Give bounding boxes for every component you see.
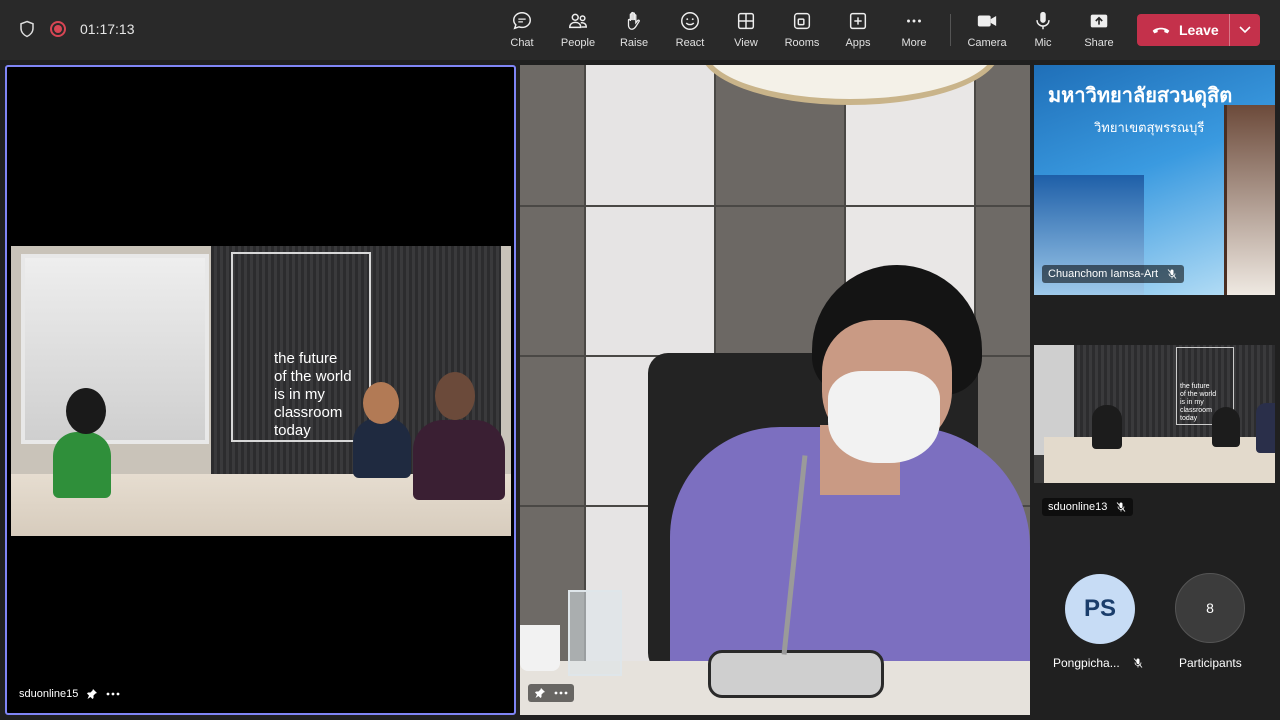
- react-icon: [681, 12, 699, 30]
- conference-table: [1044, 437, 1275, 483]
- view-button[interactable]: View: [718, 8, 774, 54]
- view-label: View: [734, 37, 758, 49]
- people-button[interactable]: People: [550, 8, 606, 54]
- participants-overflow-button[interactable]: 8: [1175, 573, 1245, 643]
- meeting-toolbar: 01:17:13 Chat People Raise React View Ro…: [0, 0, 1280, 60]
- more-icon: [907, 19, 921, 23]
- meeting-status: 01:17:13: [18, 20, 135, 38]
- avatar-name-tag: Pongpicha...: [1053, 656, 1144, 670]
- pin-icon[interactable]: [534, 687, 546, 699]
- camera-label: Camera: [967, 37, 1007, 49]
- rooms-label: Rooms: [784, 37, 820, 49]
- rooms-button[interactable]: Rooms: [774, 8, 830, 54]
- raise-hand-icon: [627, 11, 640, 30]
- video-tile-speaker[interactable]: [520, 65, 1030, 715]
- mic-label: Mic: [1034, 37, 1052, 49]
- participant-name-tag: sduonline13: [1042, 498, 1134, 516]
- desk-microphone: [708, 650, 884, 698]
- more-button[interactable]: More: [886, 8, 942, 54]
- leave-label: Leave: [1179, 22, 1219, 38]
- wall-slogan: the future of the world is in my classro…: [1180, 383, 1217, 422]
- shield-icon: [20, 20, 34, 38]
- leave-button[interactable]: Leave: [1137, 14, 1229, 46]
- apps-icon: [849, 12, 867, 30]
- apps-label: Apps: [845, 37, 871, 49]
- person-green-head: [66, 388, 106, 434]
- leave-button-group: Leave: [1137, 14, 1260, 46]
- people-label: People: [560, 37, 596, 49]
- chat-icon: [513, 12, 531, 30]
- banner-subtitle: วิทยาเขตสุพรรณบุรี: [1094, 120, 1205, 135]
- coffee-cup: [520, 625, 560, 671]
- person-3: [1256, 403, 1275, 453]
- pin-icon: [87, 689, 98, 699]
- mic-button[interactable]: Mic: [1015, 8, 1071, 54]
- rooms-icon: [793, 12, 811, 30]
- mic-icon: [1036, 11, 1050, 30]
- participant-name-tag: Chuanchom Iamsa-Art: [1042, 265, 1185, 283]
- share-button[interactable]: Share: [1071, 8, 1127, 54]
- raise-label: Raise: [619, 37, 649, 49]
- speaker-tile-controls: [528, 684, 574, 702]
- chat-label: Chat: [510, 37, 534, 49]
- mic-muted-icon: [1117, 502, 1126, 512]
- person-purple-head: [435, 372, 475, 420]
- raise-hand-button[interactable]: Raise: [606, 8, 662, 54]
- react-label: React: [675, 37, 705, 49]
- more-options-icon[interactable]: [106, 692, 120, 696]
- window-blinds: [21, 254, 209, 444]
- participant-name: Pongpicha...: [1053, 656, 1120, 670]
- banner-title: มหาวิทยาลัยสวนดุสิต: [1048, 85, 1233, 107]
- person-1: [1092, 405, 1122, 449]
- chat-button[interactable]: Chat: [494, 8, 550, 54]
- video-tile-chuanchom[interactable]: มหาวิทยาลัยสวนดุสิต วิทยาเขตสุพรรณบุรี C…: [1034, 65, 1275, 295]
- react-button[interactable]: React: [662, 8, 718, 54]
- video-tile-sduonline13[interactable]: the future of the world is in my classro…: [1034, 345, 1275, 483]
- participants-label: Participants: [1179, 656, 1242, 670]
- person-green: [53, 432, 111, 498]
- person-purple: [413, 420, 505, 500]
- view-icon: [737, 12, 755, 30]
- participant-name: Chuanchom Iamsa-Art: [1048, 268, 1159, 280]
- participant-name: sduonline15: [19, 688, 79, 700]
- chevron-down-icon: [1239, 26, 1251, 34]
- toolbar-divider: [950, 14, 951, 46]
- participants-count: 8: [1206, 600, 1214, 616]
- recording-icon: [50, 21, 66, 37]
- device-controls: Camera Mic Share: [959, 8, 1127, 54]
- participant-avatar-ps[interactable]: PS: [1065, 574, 1135, 644]
- video-tile-sduonline15[interactable]: the future of the world is in my classro…: [5, 65, 516, 715]
- people-icon: [569, 13, 587, 29]
- meeting-controls: Chat People Raise React View Rooms Apps: [494, 8, 942, 54]
- meeting-timer: 01:17:13: [80, 21, 135, 37]
- share-icon: [1090, 14, 1108, 28]
- mic-muted-icon: [1133, 658, 1143, 668]
- avatar-initials: PS: [1083, 595, 1116, 622]
- more-label: More: [901, 37, 927, 49]
- water-glass: [568, 590, 622, 676]
- room-video: the future of the world is in my classro…: [11, 246, 511, 536]
- person-2: [1212, 407, 1240, 447]
- camera-button[interactable]: Camera: [959, 8, 1015, 54]
- participant-name-tag: sduonline15: [19, 688, 120, 700]
- person-dark-1-head: [363, 382, 399, 424]
- campus-building: [1224, 105, 1275, 295]
- more-options-icon[interactable]: [554, 691, 568, 695]
- apps-button[interactable]: Apps: [830, 8, 886, 54]
- camera-icon: [977, 15, 997, 27]
- speaker-mask: [828, 371, 940, 463]
- share-label: Share: [1084, 37, 1114, 49]
- mic-muted-icon: [1167, 269, 1177, 279]
- participant-name: sduonline13: [1048, 501, 1108, 513]
- person-dark-1: [353, 418, 411, 478]
- leave-options-button[interactable]: [1229, 14, 1260, 46]
- hang-up-icon: [1152, 27, 1170, 34]
